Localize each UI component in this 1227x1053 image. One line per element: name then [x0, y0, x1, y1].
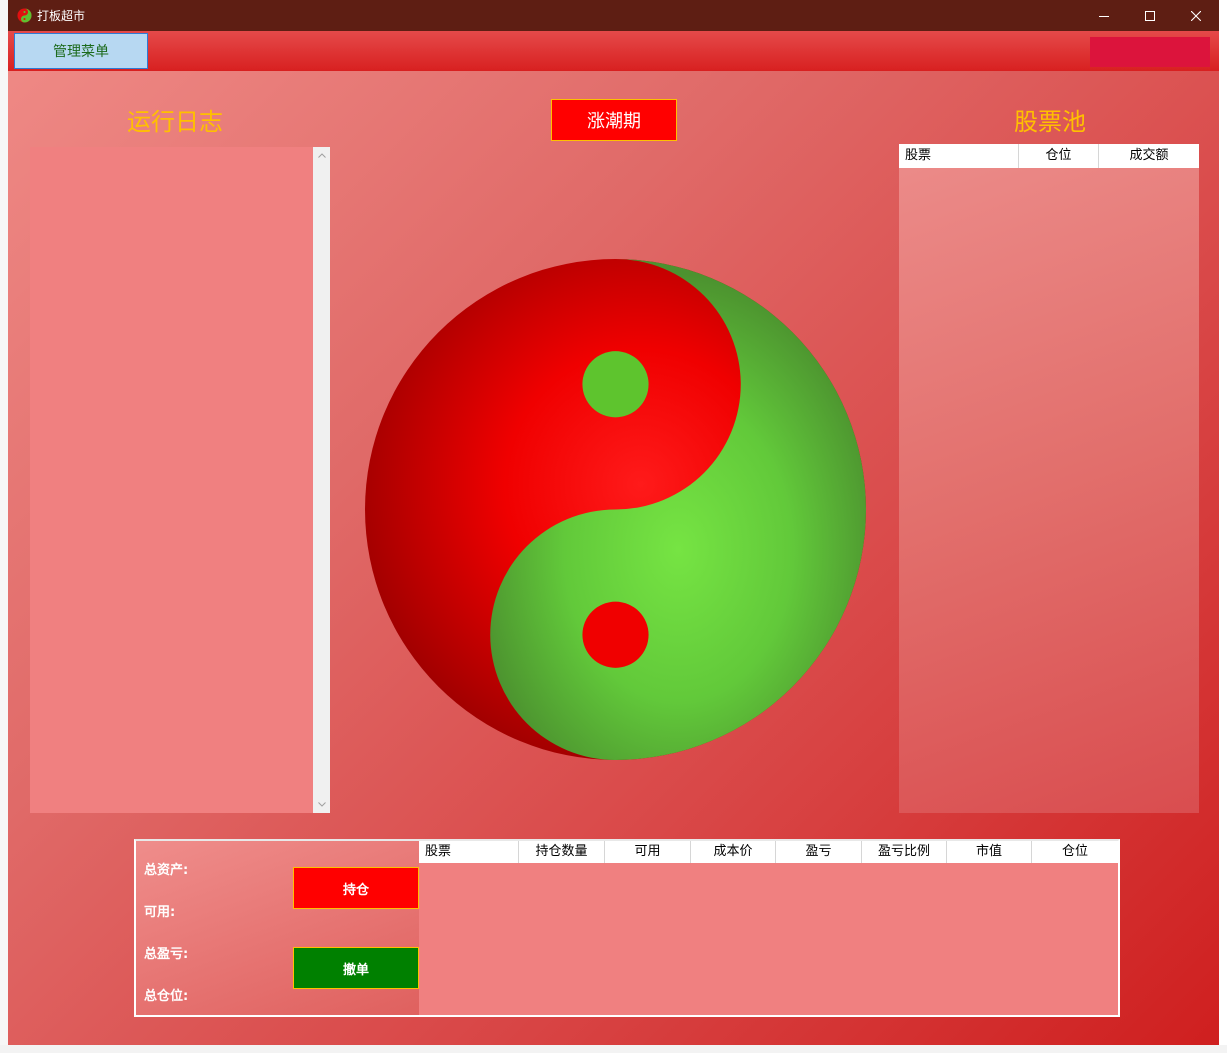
stock-pool-header: 股票 仓位 成交额 — [899, 144, 1199, 168]
available-label: 可用: — [144, 905, 176, 920]
account-panel: 总资产: 可用: 总盈亏: 总仓位: 持仓 撤单 股票 持仓数量 可用 成本价 … — [134, 839, 1120, 1017]
scroll-down-arrow-icon[interactable] — [313, 796, 330, 813]
stock-pool-title: 股票池 — [1014, 108, 1086, 136]
app-window: 打板超市 管理菜单 运行日志 股票池 涨潮期 股票 仓位 成交额 总资产: 可用… — [8, 0, 1219, 1045]
close-button[interactable] — [1173, 0, 1219, 31]
pos-col-stock[interactable]: 股票 — [419, 841, 519, 863]
stock-pool-table[interactable]: 股票 仓位 成交额 — [899, 144, 1199, 813]
hold-button[interactable]: 持仓 — [293, 867, 419, 909]
minimize-icon — [1099, 15, 1109, 17]
maximize-button[interactable] — [1127, 0, 1173, 31]
total-pnl-label: 总盈亏: — [144, 947, 189, 962]
yin-yang-icon — [17, 8, 32, 23]
scroll-up-arrow-icon[interactable] — [313, 147, 330, 164]
close-icon — [1191, 10, 1201, 21]
pos-col-pnl-ratio[interactable]: 盈亏比例 — [862, 841, 947, 863]
pos-col-market-value[interactable]: 市值 — [947, 841, 1032, 863]
total-position-label: 总仓位: — [144, 989, 189, 1004]
pos-col-quantity[interactable]: 持仓数量 — [519, 841, 605, 863]
desktop-background-bottom — [0, 1045, 1227, 1053]
menu-bar: 管理菜单 — [8, 31, 1219, 71]
market-phase-badge[interactable]: 涨潮期 — [551, 99, 677, 141]
maximize-icon — [1145, 10, 1155, 21]
total-assets-label: 总资产: — [144, 863, 189, 878]
window-title: 打板超市 — [37, 9, 86, 23]
pos-col-pnl[interactable]: 盈亏 — [776, 841, 862, 863]
log-scrollbar[interactable] — [313, 147, 330, 813]
title-bar[interactable]: 打板超市 — [8, 0, 1219, 31]
pos-col-cost-price[interactable]: 成本价 — [691, 841, 776, 863]
cancel-order-button[interactable]: 撤单 — [293, 947, 419, 989]
pos-col-position[interactable]: 仓位 — [1032, 841, 1118, 863]
main-client-area: 管理菜单 运行日志 股票池 涨潮期 股票 仓位 成交额 总资产: 可用: 总盈亏… — [8, 31, 1219, 1045]
desktop-background-left — [0, 0, 8, 1053]
desktop-background-right — [1219, 0, 1227, 1053]
run-log-textbox[interactable] — [30, 147, 330, 813]
pool-col-stock[interactable]: 股票 — [899, 144, 1019, 168]
minimize-button[interactable] — [1081, 0, 1127, 31]
manage-menu-button[interactable]: 管理菜单 — [14, 33, 148, 69]
positions-header: 股票 持仓数量 可用 成本价 盈亏 盈亏比例 市值 仓位 — [419, 841, 1118, 863]
yin-yang-graphic — [365, 259, 866, 760]
pos-col-available[interactable]: 可用 — [605, 841, 691, 863]
menu-right-indicator — [1090, 37, 1210, 67]
pool-col-position[interactable]: 仓位 — [1019, 144, 1099, 168]
log-title: 运行日志 — [127, 108, 223, 136]
pool-col-turnover[interactable]: 成交额 — [1099, 144, 1199, 168]
positions-table[interactable]: 股票 持仓数量 可用 成本价 盈亏 盈亏比例 市值 仓位 — [419, 841, 1118, 1015]
